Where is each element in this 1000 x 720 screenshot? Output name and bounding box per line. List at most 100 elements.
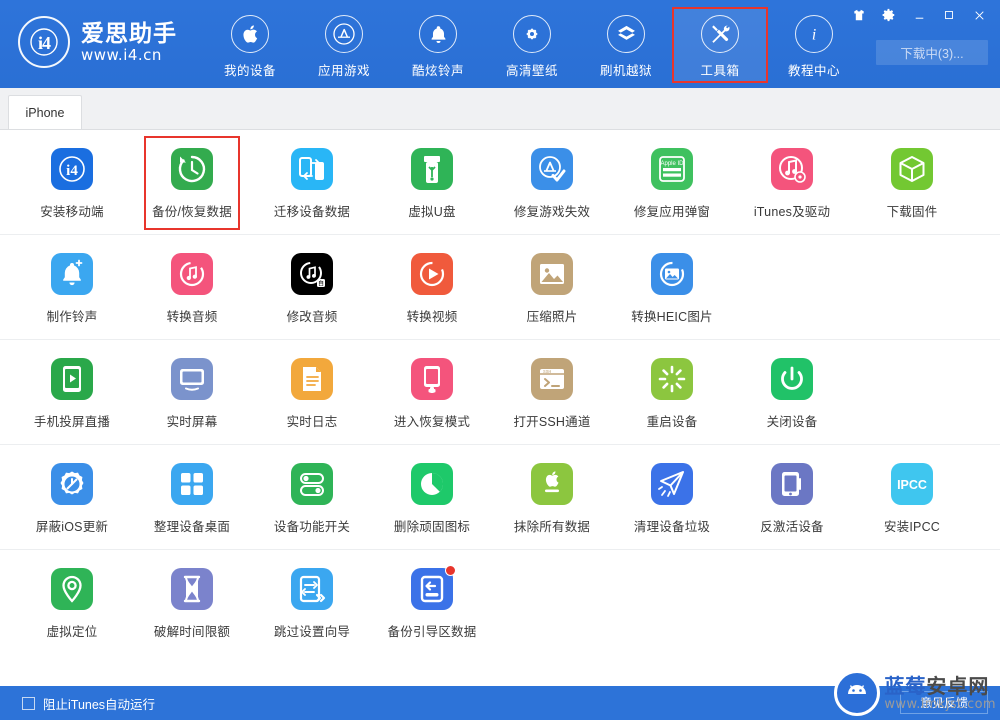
tool-tile-backup-boot-data[interactable]: 备份引导区数据 xyxy=(372,550,492,654)
erase-all-data-icon xyxy=(531,463,573,505)
toolbox-grid: i4 安装移动端 备份/恢复数据 迁移设备数据 虚拟U盘 修复游戏失效 Apple ID 修复… xyxy=(0,130,1000,686)
tool-tile-label: 虚拟定位 xyxy=(46,625,98,639)
tool-tile-crack-screentime[interactable]: 破解时间限额 xyxy=(132,550,252,654)
tool-tile-usb-drive[interactable]: 虚拟U盘 xyxy=(372,130,492,234)
tool-tile-reboot-device[interactable]: 重启设备 xyxy=(612,340,732,444)
settings-gear-icon[interactable] xyxy=(876,4,902,26)
window-controls xyxy=(846,4,992,26)
tool-tile-erase-all-data[interactable]: 抹除所有数据 xyxy=(492,445,612,549)
nav-label: 工具箱 xyxy=(700,64,740,78)
feedback-button[interactable]: 意见反馈 xyxy=(900,691,988,714)
skip-setup-icon xyxy=(291,568,333,610)
brand-title: 爱思助手 xyxy=(81,20,177,46)
tool-tile-block-ios-update[interactable]: 屏蔽iOS更新 xyxy=(12,445,132,549)
tool-tile-realtime-log[interactable]: 实时日志 xyxy=(252,340,372,444)
block-itunes-checkbox[interactable]: 阻止iTunes自动运行 xyxy=(14,694,155,713)
organize-desktop-icon xyxy=(171,463,213,505)
flower-icon xyxy=(513,15,551,53)
toolbox-row: 手机投屏直播 实时屏幕 实时日志 进入恢复模式 SSH 打开SSH通道 重启设备 关闭设备 xyxy=(0,340,1000,445)
tool-tile-label: 压缩照片 xyxy=(526,310,578,324)
box-open-icon xyxy=(607,15,645,53)
tool-tile-make-ringtone[interactable]: 制作铃声 xyxy=(12,235,132,339)
block-ios-update-icon xyxy=(51,463,93,505)
tool-tile-device-transfer[interactable]: 迁移设备数据 xyxy=(252,130,372,234)
tool-tile-install-ipcc[interactable]: IPCC 安装IPCC xyxy=(852,445,972,549)
toolbox-row: 屏蔽iOS更新 整理设备桌面 设备功能开关 删除顽固图标 抹除所有数据 清理设备垃圾 反激活… xyxy=(0,445,1000,550)
tool-tile-label: 安装移动端 xyxy=(40,205,104,219)
recovery-mode-icon xyxy=(411,358,453,400)
tool-tile-i4-app[interactable]: i4 安装移动端 xyxy=(12,130,132,234)
power-off-icon xyxy=(771,358,813,400)
tool-tile-convert-audio[interactable]: 转换音频 xyxy=(132,235,252,339)
tool-tile-edit-audio[interactable]: 自修改音频 xyxy=(252,235,372,339)
tool-tile-fix-game[interactable]: 修复游戏失效 xyxy=(492,130,612,234)
tool-tile-appleid-fix[interactable]: Apple ID 修复应用弹窗 xyxy=(612,130,732,234)
tool-tile-convert-heic[interactable]: 转换HEIC图片 xyxy=(612,235,732,339)
maximize-icon[interactable] xyxy=(936,4,962,26)
svg-text:SSH: SSH xyxy=(543,369,551,375)
nav-label: 高清壁纸 xyxy=(505,64,558,78)
tool-tile-label: 整理设备桌面 xyxy=(153,520,231,534)
reboot-device-icon xyxy=(651,358,693,400)
backup-restore-icon xyxy=(171,148,213,190)
tool-tile-label: iTunes及驱动 xyxy=(753,205,831,219)
tool-tile-label: 迁移设备数据 xyxy=(273,205,351,219)
checkbox-box[interactable] xyxy=(22,696,35,710)
status-bar: 阻止iTunes自动运行 意见反馈 xyxy=(0,686,1000,720)
tool-tile-feature-toggle[interactable]: 设备功能开关 xyxy=(252,445,372,549)
tool-tile-label: 删除顽固图标 xyxy=(393,520,471,534)
brand-logo-icon: i4 xyxy=(18,16,70,68)
tool-tile-skip-setup[interactable]: 跳过设置向导 xyxy=(252,550,372,654)
nav-label: 我的设备 xyxy=(223,64,276,78)
tool-tile-label: 实时日志 xyxy=(286,415,338,429)
tool-tile-label: 修改音频 xyxy=(286,310,338,324)
tab-iphone[interactable]: iPhone xyxy=(8,95,82,129)
tool-tile-compress-photo[interactable]: 压缩照片 xyxy=(492,235,612,339)
crack-screentime-icon xyxy=(171,568,213,610)
tool-tile-organize-desktop[interactable]: 整理设备桌面 xyxy=(132,445,252,549)
tool-tile-label: 修复应用弹窗 xyxy=(633,205,711,219)
tool-tile-recovery-mode[interactable]: 进入恢复模式 xyxy=(372,340,492,444)
nav-item-ringtones[interactable]: 酷炫铃声 xyxy=(391,8,485,82)
appleid-fix-icon: Apple ID xyxy=(651,148,693,190)
device-tabstrip: iPhone xyxy=(0,88,1000,130)
tool-tile-label: 安装IPCC xyxy=(883,520,941,534)
tool-tile-virtual-location[interactable]: 虚拟定位 xyxy=(12,550,132,654)
app-window: i4 爱思助手 www.i4.cn 我的设备 应用游戏 酷炫铃声 高清壁纸 刷机… xyxy=(0,0,1000,720)
tool-tile-label: 备份/恢复数据 xyxy=(152,205,232,219)
deactivate-device-icon xyxy=(771,463,813,505)
compress-photo-icon xyxy=(531,253,573,295)
nav-label: 酷炫铃声 xyxy=(411,64,464,78)
tool-tile-realtime-screen[interactable]: 实时屏幕 xyxy=(132,340,252,444)
tool-tile-power-off[interactable]: 关闭设备 xyxy=(732,340,852,444)
nav-label: 应用游戏 xyxy=(317,64,370,78)
tool-tile-firmware-box[interactable]: 下载固件 xyxy=(852,130,972,234)
tool-tile-backup-restore[interactable]: 备份/恢复数据 xyxy=(132,130,252,234)
close-icon[interactable] xyxy=(966,4,992,26)
tool-tile-convert-video[interactable]: 转换视频 xyxy=(372,235,492,339)
tool-tile-remove-icon[interactable]: 删除顽固图标 xyxy=(372,445,492,549)
tool-tile-label: 关闭设备 xyxy=(766,415,818,429)
nav-item-wallpapers[interactable]: 高清壁纸 xyxy=(485,8,579,82)
tool-tile-label: 实时屏幕 xyxy=(166,415,218,429)
realtime-log-icon xyxy=(291,358,333,400)
backup-boot-data-icon xyxy=(411,565,456,610)
nav-item-apps-games[interactable]: 应用游戏 xyxy=(297,8,391,82)
tool-tile-deactivate-device[interactable]: 反激活设备 xyxy=(732,445,852,549)
brand: i4 爱思助手 www.i4.cn xyxy=(18,16,177,68)
tool-tile-itunes-driver[interactable]: iTunes及驱动 xyxy=(732,130,852,234)
nav-item-flash-jailbreak[interactable]: 刷机越狱 xyxy=(579,8,673,82)
nav-item-toolbox[interactable]: 工具箱 xyxy=(672,7,768,83)
tool-tile-label: 制作铃声 xyxy=(46,310,98,324)
tool-tile-screen-cast[interactable]: 手机投屏直播 xyxy=(12,340,132,444)
tool-tile-clean-junk[interactable]: 清理设备垃圾 xyxy=(612,445,732,549)
svg-text:i4: i4 xyxy=(38,33,51,53)
skin-icon[interactable] xyxy=(846,4,872,26)
tool-tile-ssh-tunnel[interactable]: SSH 打开SSH通道 xyxy=(492,340,612,444)
app-header: i4 爱思助手 www.i4.cn 我的设备 应用游戏 酷炫铃声 高清壁纸 刷机… xyxy=(0,0,1000,88)
toolbox-row: i4 安装移动端 备份/恢复数据 迁移设备数据 虚拟U盘 修复游戏失效 Apple ID 修复… xyxy=(0,130,1000,235)
minimize-icon[interactable] xyxy=(906,4,932,26)
nav-item-my-device[interactable]: 我的设备 xyxy=(203,8,297,82)
svg-text:i4: i4 xyxy=(66,163,78,179)
download-status-button[interactable]: 下载中(3)... xyxy=(876,40,988,65)
